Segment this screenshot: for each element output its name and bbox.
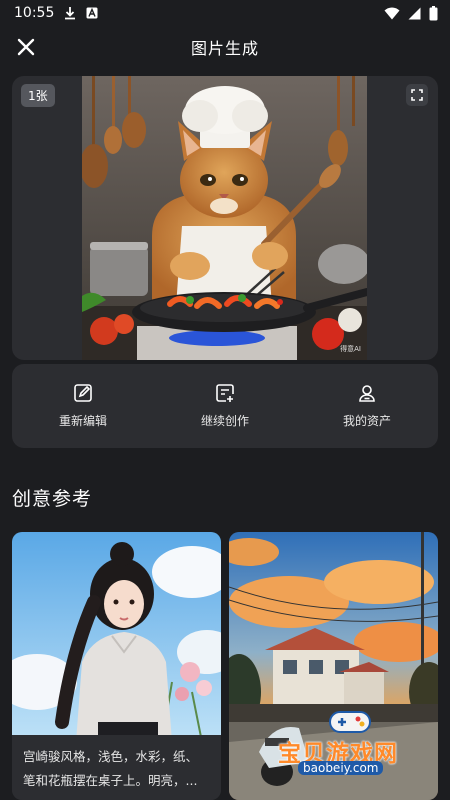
re-edit-button[interactable]: 重新编辑 [12, 364, 154, 448]
continue-create-label: 继续创作 [200, 414, 249, 428]
title-bar: 图片生成 [0, 26, 450, 68]
download-icon [64, 6, 76, 20]
fullscreen-icon [411, 89, 423, 101]
reference-card[interactable]: 宫崎骏风格，浅色，水彩，纸、笔和花瓶摆在桌子上。明亮，... [12, 532, 221, 800]
fullscreen-button[interactable] [406, 84, 428, 106]
my-assets-button[interactable]: 我的资产 [296, 364, 438, 448]
continue-create-button[interactable]: 继续创作 [154, 364, 296, 448]
gamepad-icon [329, 711, 371, 733]
reference-caption: 宫崎骏风格，浅色，水彩，纸、笔和花瓶摆在桌子上。明亮，... [12, 735, 221, 800]
image-watermark: 得意AI [340, 345, 361, 353]
battery-icon [429, 5, 438, 21]
wifi-icon [384, 7, 400, 20]
re-edit-label: 重新编辑 [58, 414, 107, 428]
close-button[interactable] [14, 35, 38, 59]
status-bar: 10:55 [0, 0, 450, 26]
generated-image-card: 得意AI 1张 [12, 76, 438, 360]
signal-icon [408, 7, 421, 20]
action-bar: 重新编辑 继续创作 我的资产 [12, 364, 438, 448]
section-title-inspiration: 创意参考 [12, 488, 93, 510]
site-watermark: 宝贝游戏网 baobeiy.com [268, 706, 428, 786]
image-count-badge: 1张 [21, 84, 55, 107]
my-assets-label: 我的资产 [342, 414, 391, 428]
reference-image-girl [12, 532, 221, 742]
edit-icon [74, 384, 92, 402]
person-icon [359, 385, 375, 402]
close-icon [17, 38, 35, 56]
site-watermark-url: baobeiy.com [298, 761, 384, 775]
generated-image[interactable]: 得意AI [82, 76, 367, 360]
app-notification-icon [86, 7, 98, 19]
status-time: 10:55 [14, 5, 55, 21]
note-add-icon [216, 384, 234, 402]
page-title: 图片生成 [190, 39, 259, 58]
